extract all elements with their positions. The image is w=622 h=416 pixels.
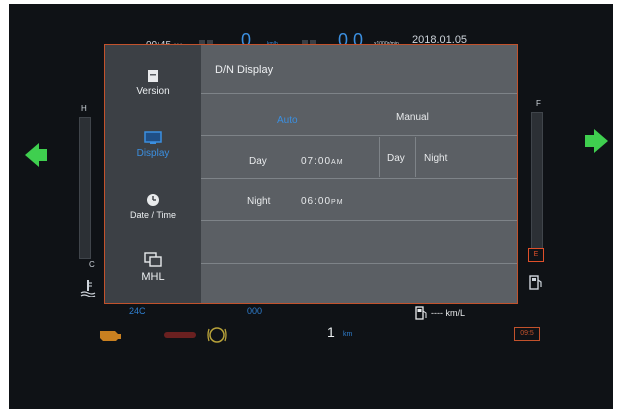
mode-auto-option[interactable]: Auto xyxy=(277,115,298,126)
settings-panel: Version Display Date / Time MHL D/N Disp… xyxy=(104,44,518,304)
fuel-pump-icon xyxy=(529,275,542,290)
coolant-temp-icon xyxy=(80,280,96,297)
mhl-icon xyxy=(144,252,162,267)
sidebar-item-mhl[interactable]: MHL xyxy=(105,252,201,312)
sidebar-item-date-time[interactable]: Date / Time xyxy=(105,193,201,253)
sidebar-item-label: MHL xyxy=(141,271,165,283)
temp-low-label: C xyxy=(89,260,95,269)
right-turn-signal-tail xyxy=(585,135,594,147)
dashboard-screen: 00:45AM 0 km/h 0.0 x1000r/min 2018.01.05… xyxy=(9,4,613,409)
outside-temp-value: 24C xyxy=(129,306,146,316)
night-time-value[interactable]: 06:00PM xyxy=(301,196,344,207)
right-turn-signal-icon xyxy=(594,129,608,153)
fuel-empty-indicator: E xyxy=(528,248,544,262)
fuel-gauge xyxy=(531,112,543,249)
divider xyxy=(201,135,517,136)
temp-gauge xyxy=(79,117,91,259)
odometer-value: 000 xyxy=(247,306,263,316)
column-separator xyxy=(379,137,380,177)
day-label: Day xyxy=(249,156,267,167)
divider xyxy=(201,93,517,94)
column-separator xyxy=(415,137,416,177)
trip-value: 1 xyxy=(327,324,335,340)
night-label: Night xyxy=(247,196,271,207)
version-icon xyxy=(148,70,158,82)
seatbelt-warning-icon xyxy=(164,332,196,338)
divider xyxy=(201,263,517,264)
sidebar-item-label: Display xyxy=(136,148,170,159)
manual-day-option[interactable]: Day xyxy=(387,153,405,164)
left-turn-signal-icon xyxy=(25,143,39,167)
brake-warning-icon xyxy=(207,327,227,343)
mode-manual-option[interactable]: Manual xyxy=(396,112,429,123)
manual-night-option[interactable]: Night xyxy=(424,153,447,164)
engine-warning-icon xyxy=(100,331,121,341)
sidebar-item-label: Version xyxy=(136,86,170,97)
day-time-value[interactable]: 07:00AM xyxy=(301,156,344,167)
divider xyxy=(201,220,517,221)
display-icon xyxy=(144,131,162,144)
left-turn-signal-tail xyxy=(38,149,47,161)
display-settings-content: D/N Display Auto Manual Day 07:00AM Day … xyxy=(201,45,517,303)
odometer-box: 09:5 xyxy=(514,327,540,341)
sidebar-item-version[interactable]: Version xyxy=(105,69,201,129)
divider xyxy=(201,178,517,179)
fuel-economy-value: ---- km/L xyxy=(431,308,465,318)
temp-high-label: H xyxy=(81,104,87,113)
sidebar-item-display[interactable]: Display xyxy=(105,131,201,191)
top-status-bar: 00:45AM 0 km/h 0.0 x1000r/min 2018.01.05 xyxy=(9,4,613,51)
fuel-economy-icon xyxy=(415,306,427,320)
page-title: D/N Display xyxy=(215,64,274,76)
clock-icon xyxy=(147,194,159,206)
trip-unit: km xyxy=(343,331,353,338)
settings-sidebar: Version Display Date / Time MHL xyxy=(105,45,201,303)
sidebar-item-label: Date / Time xyxy=(129,210,176,220)
fuel-full-label: F xyxy=(536,99,541,108)
